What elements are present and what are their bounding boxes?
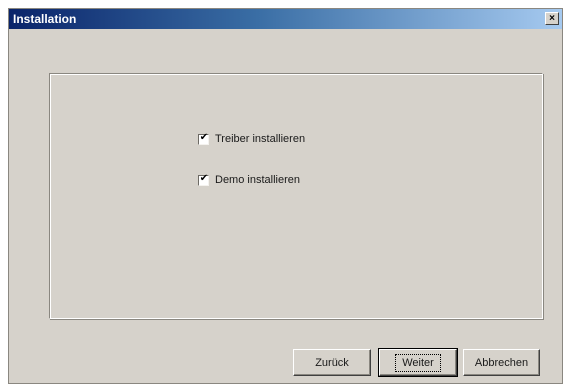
install-demo-checkbox[interactable]: ✔	[198, 172, 209, 186]
back-button[interactable]: Zurück	[293, 349, 371, 376]
checkmark-icon: ✔	[199, 131, 209, 143]
option-install-driver[interactable]: ✔ Treiber installieren	[198, 132, 305, 146]
title-bar[interactable]: Installation ×	[9, 9, 562, 29]
installation-dialog: Installation × ✔ Treiber installieren ✔ …	[8, 8, 563, 384]
next-button-label: Weiter	[395, 353, 441, 372]
window-title: Installation	[13, 12, 77, 26]
checkmark-icon: ✔	[199, 172, 209, 184]
cancel-button[interactable]: Abbrechen	[463, 349, 540, 376]
install-demo-label[interactable]: Demo installieren	[215, 174, 300, 186]
close-button[interactable]: ×	[545, 12, 559, 25]
close-icon: ×	[549, 13, 555, 24]
option-install-demo[interactable]: ✔ Demo installieren	[198, 173, 300, 187]
install-driver-label[interactable]: Treiber installieren	[215, 133, 305, 145]
install-driver-checkbox[interactable]: ✔	[198, 131, 209, 145]
next-button[interactable]: Weiter	[378, 348, 458, 377]
options-group: ✔ Treiber installieren ✔ Demo installier…	[49, 73, 543, 319]
